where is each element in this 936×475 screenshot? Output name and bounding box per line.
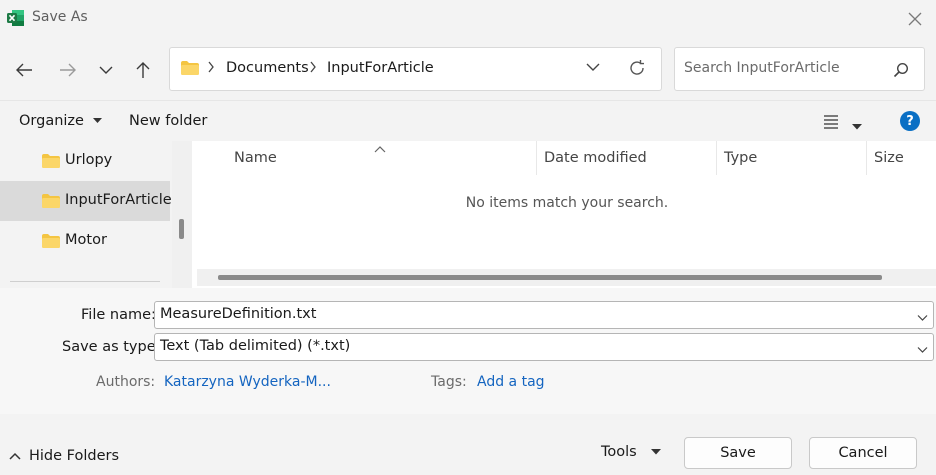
navigation-pane: Urlopy InputForArticle Motor	[0, 141, 172, 288]
tags-field[interactable]: Add a tag	[477, 374, 545, 390]
column-divider[interactable]	[536, 141, 537, 175]
excel-icon	[7, 9, 25, 27]
command-bar: Organize New folder ?	[0, 100, 936, 141]
refresh-button[interactable]	[628, 59, 646, 81]
hide-folders-label: Hide Folders	[29, 448, 120, 464]
dialog-footer: Hide Folders Tools Save Cancel	[0, 414, 936, 475]
breadcrumb-documents[interactable]: Documents	[226, 60, 309, 76]
close-icon	[908, 12, 922, 26]
folder-icon	[41, 153, 61, 173]
search-icon[interactable]	[893, 62, 909, 82]
horizontal-scrollbar-thumb[interactable]	[218, 275, 882, 280]
address-bar[interactable]: Documents InputForArticle	[169, 47, 662, 91]
chevron-down-icon	[99, 66, 113, 74]
caret-down-icon	[852, 124, 862, 130]
column-header-name[interactable]: Name	[234, 150, 277, 166]
back-button[interactable]	[11, 57, 37, 83]
file-name-value: MeasureDefinition.txt	[160, 306, 317, 322]
column-divider[interactable]	[716, 141, 717, 175]
save-as-type-label: Save as type:	[62, 339, 161, 355]
sort-ascending-icon	[374, 141, 386, 157]
tools-button[interactable]: Tools	[601, 444, 661, 460]
close-button[interactable]	[902, 6, 928, 32]
folder-icon	[41, 233, 61, 253]
tags-label: Tags:	[431, 374, 467, 390]
save-as-type-value: Text (Tab delimited) (*.txt)	[160, 338, 351, 354]
tree-item-motor[interactable]: Motor	[0, 221, 170, 261]
tree-scrollbar-thumb[interactable]	[179, 219, 184, 239]
file-list: Name Date modified Type Size No items ma…	[192, 141, 936, 288]
tree-item-label: Urlopy	[65, 152, 113, 168]
cancel-button[interactable]: Cancel	[809, 437, 917, 469]
search-input[interactable]	[684, 60, 884, 76]
column-header-type[interactable]: Type	[724, 150, 757, 166]
chevron-up-icon	[9, 452, 21, 460]
arrow-left-icon	[16, 63, 32, 77]
refresh-icon	[630, 60, 644, 75]
save-form: File name: MeasureDefinition.txt Save as…	[0, 288, 936, 414]
arrow-right-icon	[60, 63, 76, 77]
folder-icon	[41, 193, 61, 213]
column-header-date-modified[interactable]: Date modified	[544, 150, 647, 166]
file-name-label: File name:	[81, 307, 156, 323]
navigation-bar: Documents InputForArticle	[0, 37, 936, 100]
chevron-down-icon[interactable]	[917, 310, 928, 326]
view-dropdown-button[interactable]	[852, 118, 862, 134]
organize-label: Organize	[19, 113, 84, 129]
tree-item-inputforarticle[interactable]: InputForArticle	[0, 181, 172, 221]
address-history-button[interactable]	[586, 60, 600, 78]
save-as-type-select[interactable]: Text (Tab delimited) (*.txt)	[154, 333, 934, 361]
recent-locations-button[interactable]	[93, 57, 119, 83]
chevron-right-icon[interactable]	[309, 61, 317, 77]
chevron-right-icon[interactable]	[207, 61, 215, 77]
authors-label: Authors:	[96, 374, 156, 390]
caret-down-icon	[650, 449, 661, 455]
breadcrumb-inputforarticle[interactable]: InputForArticle	[327, 60, 434, 76]
file-name-field[interactable]: MeasureDefinition.txt	[154, 301, 934, 329]
forward-button[interactable]	[55, 57, 81, 83]
list-view-icon	[824, 115, 838, 129]
empty-message: No items match your search.	[465, 195, 669, 211]
window-title: Save As	[32, 9, 88, 25]
view-options-button[interactable]	[823, 113, 839, 133]
tree-item-label: Motor	[65, 232, 107, 248]
chevron-down-icon	[917, 342, 928, 358]
tree-scrollbar[interactable]	[172, 141, 192, 288]
column-divider[interactable]	[866, 141, 867, 175]
new-folder-button[interactable]: New folder	[129, 113, 207, 129]
folder-icon	[180, 60, 200, 80]
title-bar: Save As	[0, 0, 936, 37]
column-header-size[interactable]: Size	[874, 150, 904, 166]
tree-item-label: InputForArticle	[65, 192, 172, 208]
tree-item-urlopy[interactable]: Urlopy	[0, 141, 170, 181]
tools-label: Tools	[601, 444, 637, 460]
horizontal-scrollbar[interactable]	[197, 269, 936, 286]
help-button[interactable]: ?	[900, 111, 920, 131]
search-box[interactable]	[674, 47, 925, 91]
organize-button[interactable]: Organize	[19, 113, 102, 129]
tree-divider	[10, 281, 160, 282]
authors-field[interactable]: Katarzyna Wyderka-M...	[164, 374, 331, 390]
caret-down-icon	[92, 118, 102, 123]
chevron-down-icon	[586, 63, 600, 71]
hide-folders-button[interactable]: Hide Folders	[9, 448, 119, 464]
up-button[interactable]	[130, 57, 156, 83]
save-button[interactable]: Save	[684, 437, 792, 469]
arrow-up-icon	[136, 62, 150, 78]
